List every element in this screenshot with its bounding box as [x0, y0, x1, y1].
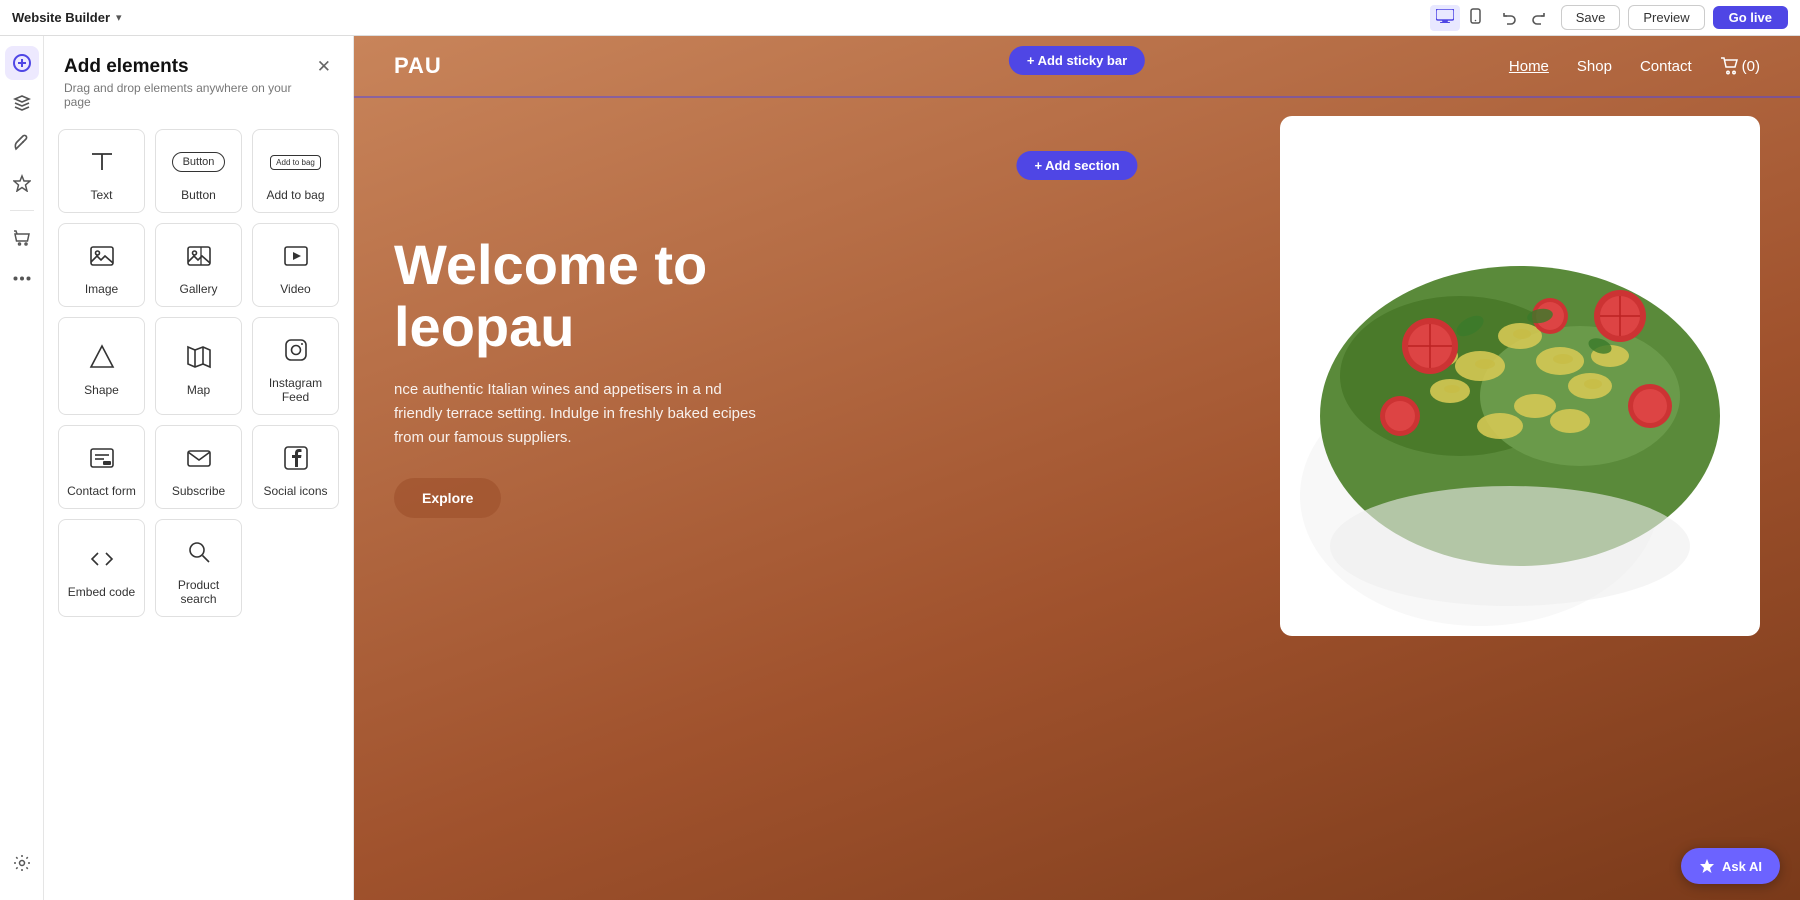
topbar-left: Website Builder ▾ [12, 10, 122, 25]
sidebar-icons [0, 36, 44, 900]
preview-text-area: Welcome toleopau nce authentic Italian w… [394, 234, 1280, 517]
sidebar-store-btn[interactable] [5, 221, 39, 255]
element-card-shape[interactable]: Shape [58, 317, 145, 415]
preview-button[interactable]: Preview [1628, 5, 1704, 30]
undo-redo-group [1495, 6, 1553, 30]
add-elements-panel: Add elements Drag and drop elements anyw… [44, 36, 354, 900]
element-card-map[interactable]: Map [155, 317, 242, 415]
redo-btn[interactable] [1525, 6, 1553, 30]
canvas-top-border [354, 96, 1800, 98]
element-card-text[interactable]: Text [58, 129, 145, 213]
contactform-icon [84, 440, 120, 476]
ask-ai-label: Ask AI [1722, 859, 1762, 874]
element-label-button: Button [181, 188, 216, 202]
preview-nav-links: Home Shop Contact (0) [1509, 57, 1760, 75]
preview-heading: Welcome toleopau [394, 234, 1240, 357]
element-label-shape: Shape [84, 383, 119, 397]
element-card-image[interactable]: Image [58, 223, 145, 307]
video-icon [278, 238, 314, 274]
element-label-gallery: Gallery [179, 282, 217, 296]
canvas-inner: + Add sticky bar PAU Home Shop Contact (… [354, 36, 1800, 900]
element-label-instagram: Instagram Feed [261, 376, 330, 404]
mobile-device-btn[interactable] [1464, 5, 1487, 31]
sidebar-more-btn[interactable] [5, 261, 39, 295]
map-icon [181, 339, 217, 375]
element-card-video[interactable]: Video [252, 223, 339, 307]
topbar-right: Save Preview Go live [1430, 5, 1788, 31]
shape-icon [84, 339, 120, 375]
add-section-btn[interactable]: + Add section [1016, 151, 1137, 180]
element-card-addtobag[interactable]: Add to bag Add to bag [252, 129, 339, 213]
sidebar-design-btn[interactable] [5, 126, 39, 160]
productsearch-icon [181, 534, 217, 570]
ask-ai-btn[interactable]: Ask AI [1681, 848, 1780, 884]
gallery-icon [181, 238, 217, 274]
sidebar-ai-btn[interactable] [5, 166, 39, 200]
sidebar-add-btn[interactable] [5, 46, 39, 80]
panel-close-btn[interactable]: ✕ [315, 56, 333, 77]
add-sticky-bar-btn[interactable]: + Add sticky bar [1009, 46, 1145, 75]
element-card-productsearch[interactable]: Product search [155, 519, 242, 617]
desktop-device-btn[interactable] [1430, 5, 1460, 31]
save-button[interactable]: Save [1561, 5, 1621, 30]
element-card-instagram[interactable]: Instagram Feed [252, 317, 339, 415]
instagram-icon [278, 332, 314, 368]
preview-hero-content: Welcome toleopau nce authentic Italian w… [394, 116, 1760, 636]
device-switcher [1430, 5, 1487, 31]
nav-link-shop[interactable]: Shop [1577, 58, 1612, 75]
golive-button[interactable]: Go live [1713, 6, 1788, 29]
main-area: Add elements Drag and drop elements anyw… [0, 36, 1800, 900]
preview-food-image-area [1280, 116, 1760, 636]
element-label-productsearch: Product search [164, 578, 233, 606]
element-label-map: Map [187, 383, 210, 397]
element-card-social[interactable]: Social icons [252, 425, 339, 509]
element-card-subscribe[interactable]: Subscribe [155, 425, 242, 509]
panel-title: Add elements [64, 56, 315, 78]
website-preview: + Add sticky bar PAU Home Shop Contact (… [354, 36, 1800, 900]
explore-btn[interactable]: Explore [394, 478, 501, 518]
element-label-subscribe: Subscribe [172, 484, 225, 498]
element-label-contactform: Contact form [67, 484, 136, 498]
addtobag-icon: Add to bag [278, 144, 314, 180]
element-label-social: Social icons [263, 484, 327, 498]
element-label-text: Text [90, 188, 112, 202]
bottom-bar: Ask AI [1681, 848, 1780, 884]
preview-logo: PAU [394, 53, 442, 79]
elements-grid: Text Button Button Add to bag Add to bag [44, 115, 353, 631]
cart-count: (0) [1742, 58, 1760, 75]
preview-body-text: nce authentic Italian wines and appetise… [394, 378, 774, 450]
title-chevron-icon: ▾ [116, 11, 122, 24]
text-icon [84, 144, 120, 180]
element-card-gallery[interactable]: Gallery [155, 223, 242, 307]
element-label-embed: Embed code [68, 585, 135, 599]
element-card-button[interactable]: Button Button [155, 129, 242, 213]
subscribe-icon [181, 440, 217, 476]
panel-title-area: Add elements Drag and drop elements anyw… [64, 56, 315, 109]
element-card-embed[interactable]: Embed code [58, 519, 145, 617]
image-icon [84, 238, 120, 274]
sidebar-divider [10, 210, 34, 211]
panel-header: Add elements Drag and drop elements anyw… [44, 36, 353, 115]
element-label-video: Video [280, 282, 310, 296]
nav-link-home[interactable]: Home [1509, 58, 1549, 75]
social-icon [278, 440, 314, 476]
nav-link-contact[interactable]: Contact [1640, 58, 1692, 75]
panel-subtitle: Drag and drop elements anywhere on your … [64, 81, 315, 109]
topbar: Website Builder ▾ Save Preview Go live [0, 0, 1800, 36]
button-icon: Button [181, 144, 217, 180]
sidebar-settings-btn[interactable] [5, 846, 39, 880]
cart-icon-area[interactable]: (0) [1720, 57, 1760, 75]
embed-icon [84, 541, 120, 577]
undo-btn[interactable] [1495, 6, 1523, 30]
sidebar-layers-btn[interactable] [5, 86, 39, 120]
food-image [1280, 116, 1760, 636]
element-label-addtobag: Add to bag [266, 188, 324, 202]
canvas-area: + Add sticky bar PAU Home Shop Contact (… [354, 36, 1800, 900]
element-label-image: Image [85, 282, 118, 296]
app-title: Website Builder [12, 10, 110, 25]
element-card-contactform[interactable]: Contact form [58, 425, 145, 509]
